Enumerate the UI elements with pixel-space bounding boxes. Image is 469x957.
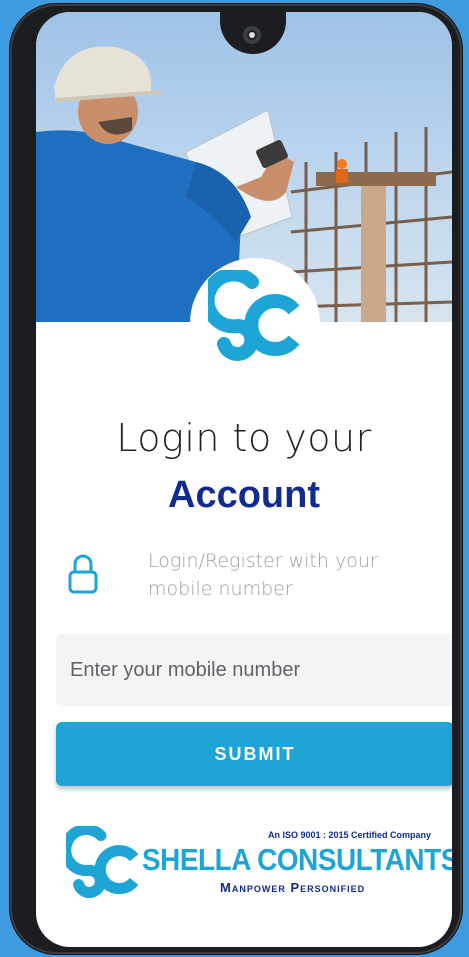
sc-logo-icon <box>66 826 139 899</box>
company-tagline: Manpower Personified <box>220 880 366 895</box>
sc-logo-icon <box>208 270 300 361</box>
page-title: Login to your <box>116 416 372 460</box>
submit-button[interactable]: SUBMIT <box>56 722 452 786</box>
logo-badge <box>190 258 320 388</box>
page-title-emphasis: Account <box>168 474 320 516</box>
login-hint: Login/Register with your mobile number <box>148 550 378 600</box>
brand-footer: An ISO 9001 : 2015 Certified Company SHE… <box>66 824 452 904</box>
certification-text: An ISO 9001 : 2015 Certified Company <box>268 830 432 840</box>
camera-icon <box>243 26 261 44</box>
app-screen: Login to your Account Login/Register wit… <box>36 12 452 947</box>
lock-icon <box>68 554 98 594</box>
company-name: SHELLA CONSULTANTS <box>142 842 452 877</box>
mobile-number-input[interactable] <box>56 634 452 706</box>
phone-frame: Login to your Account Login/Register wit… <box>10 4 462 954</box>
